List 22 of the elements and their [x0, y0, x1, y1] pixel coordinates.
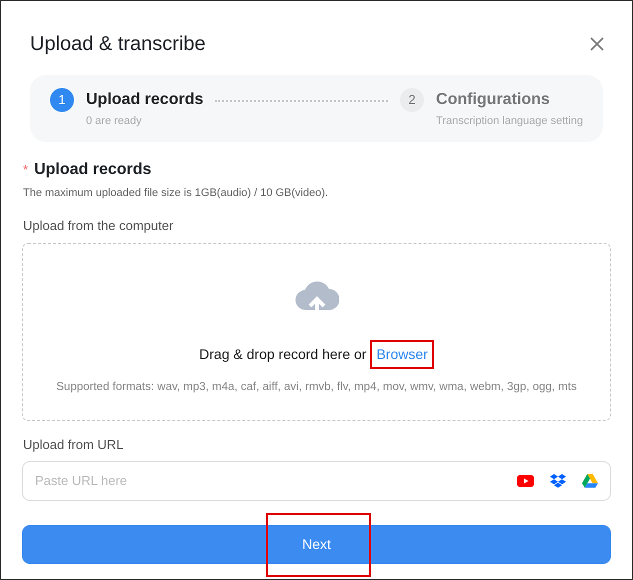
supported-formats: Supported formats: wav, mp3, m4a, caf, aiff, avi, rmvb, flv, mp4, mov, wmv, wma, webm, 3gp, ogg, mts — [56, 380, 577, 395]
url-field[interactable]: Paste URL here — [22, 460, 611, 500]
url-input[interactable]: Paste URL here — [35, 470, 507, 490]
video-play-icon[interactable] — [517, 474, 534, 486]
next-button[interactable]: Next — [22, 524, 611, 564]
box-stack-icon[interactable] — [550, 474, 566, 488]
section-title: Upload records — [34, 160, 152, 180]
dialog-title: Upload & transcribe — [30, 32, 206, 57]
step-subtitle: Transcription language setting — [436, 114, 583, 129]
computer-label: Upload from the computer — [22, 216, 174, 235]
step-subtitle: 0 are ready — [86, 114, 143, 129]
step-number: 1 — [50, 88, 74, 112]
url-label: Upload from URL — [22, 436, 124, 454]
step-number: 2 — [400, 88, 424, 112]
step-title: Upload records — [86, 90, 204, 110]
required-mark: * — [23, 161, 28, 180]
step-title: Configurations — [436, 90, 551, 110]
drop-prompt: Drag & drop record here or — [199, 345, 366, 364]
drop-zone[interactable]: Drag & drop record here or Browser Supported formats: wav, mp3, m4a, caf, aiff, avi, rmvb, flv, mp4, mov, wmv, wma, webm, 3gp, ogg, mts — [22, 243, 611, 421]
triangle-drive-icon[interactable] — [582, 474, 598, 488]
size-note: The maximum uploaded file size is 1GB(audio) / 10 GB(video). — [22, 186, 328, 201]
browser-link[interactable]: Browser — [370, 340, 434, 369]
